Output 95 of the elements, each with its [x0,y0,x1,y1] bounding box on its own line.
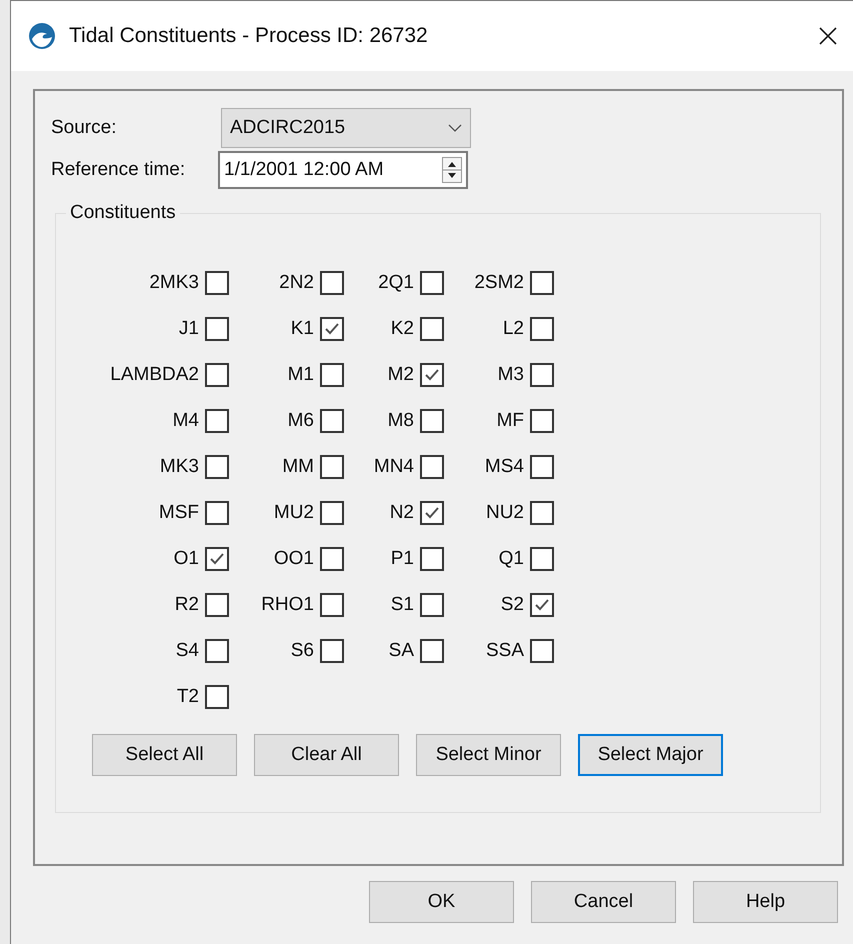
checkbox-label: M3 [498,362,524,387]
checkbox-label: R2 [174,592,199,617]
checkbox-label: RHO1 [261,592,314,617]
checkbox[interactable] [420,501,444,525]
checkbox-label: O1 [174,546,199,571]
dialog-button[interactable]: Help [693,881,838,923]
checkbox-label: S1 [390,592,414,617]
checkbox-label: OO1 [274,546,314,571]
close-icon [818,26,838,46]
checkbox-label: 2MK3 [149,270,199,295]
checkbox[interactable] [320,547,344,571]
checkbox-label: K2 [390,316,414,341]
checkbox-label: S2 [500,592,524,617]
checkbox[interactable] [320,363,344,387]
checkbox-label: MM [282,454,314,479]
checkbox-label: M4 [172,408,199,433]
checkbox[interactable] [205,639,229,663]
checkbox[interactable] [530,317,554,341]
checkbox-label: S4 [176,638,199,663]
checkbox-label: M1 [288,362,314,387]
group-button[interactable]: Select Minor [416,734,561,776]
reference-time-field[interactable]: 1/1/2001 12:00 AM [218,151,468,189]
checkbox-label: MSF [158,500,199,525]
source-label: Source: [51,116,118,140]
chevron-down-icon [448,124,462,132]
checkbox[interactable] [320,593,344,617]
checkbox-label: S6 [290,638,314,663]
reference-time-label: Reference time: [51,158,186,182]
checkbox[interactable] [530,363,554,387]
checkbox[interactable] [205,593,229,617]
checkbox[interactable] [420,271,444,295]
spinner-icon [442,157,462,183]
checkbox-label: J1 [178,316,199,341]
checkbox[interactable] [420,639,444,663]
checkbox[interactable] [420,455,444,479]
checkbox[interactable] [530,501,554,525]
checkbox[interactable] [420,363,444,387]
checkbox[interactable] [420,409,444,433]
checkbox[interactable] [530,271,554,295]
checkbox[interactable] [420,547,444,571]
check-icon [424,368,440,382]
checkbox-label: Q1 [498,546,524,571]
check-icon [424,506,440,520]
checkbox[interactable] [320,639,344,663]
checkbox-label: MN4 [374,454,414,479]
checkbox[interactable] [205,455,229,479]
checkbox-label: K1 [290,316,314,341]
checkbox[interactable] [320,501,344,525]
checkbox[interactable] [320,271,344,295]
checkbox[interactable] [320,455,344,479]
wave-logo-icon [27,21,57,51]
checkbox-label: P1 [390,546,414,571]
group-button[interactable]: Clear All [254,734,399,776]
checkbox-label: M6 [288,408,314,433]
checkbox[interactable] [205,317,229,341]
checkbox[interactable] [420,593,444,617]
group-button[interactable]: Select Major [578,734,723,776]
checkbox[interactable] [320,317,344,341]
source-dropdown[interactable]: ADCIRC2015 [221,108,471,148]
checkbox-label: T2 [176,684,199,709]
checkbox-label: 2Q1 [378,270,414,295]
group-button[interactable]: Select All [92,734,237,776]
checkbox-label: MK3 [160,454,199,479]
checkbox-label: M2 [388,362,414,387]
checkbox[interactable] [530,639,554,663]
checkbox-label: M8 [388,408,414,433]
checkbox-label: MS4 [484,454,524,479]
check-icon [534,598,550,612]
checkbox-label: SA [388,638,414,663]
checkbox[interactable] [205,685,229,709]
checkbox-label: L2 [502,316,524,341]
checkbox[interactable] [530,547,554,571]
check-icon [324,322,340,336]
checkbox-label: N2 [390,500,414,525]
checkbox[interactable] [205,501,229,525]
checkbox-label: 2N2 [279,270,314,295]
checkbox[interactable] [205,547,229,571]
checkbox[interactable] [205,271,229,295]
check-icon [209,552,225,566]
checkbox-label: SSA [486,638,524,663]
checkbox[interactable] [420,317,444,341]
dialog-button[interactable]: OK [369,881,514,923]
checkbox-label: MF [496,408,524,433]
checkbox-label: LAMBDA2 [110,362,199,387]
checkbox[interactable] [530,409,554,433]
window-title: Tidal Constituents - Process ID: 26732 [69,23,428,50]
checkbox-label: NU2 [486,500,524,525]
checkbox[interactable] [320,409,344,433]
checkbox-label: MU2 [274,500,314,525]
dialog-button[interactable]: Cancel [531,881,676,923]
checkbox[interactable] [530,455,554,479]
checkbox-label: 2SM2 [474,270,524,295]
checkbox[interactable] [205,363,229,387]
checkbox[interactable] [530,593,554,617]
checkbox[interactable] [205,409,229,433]
